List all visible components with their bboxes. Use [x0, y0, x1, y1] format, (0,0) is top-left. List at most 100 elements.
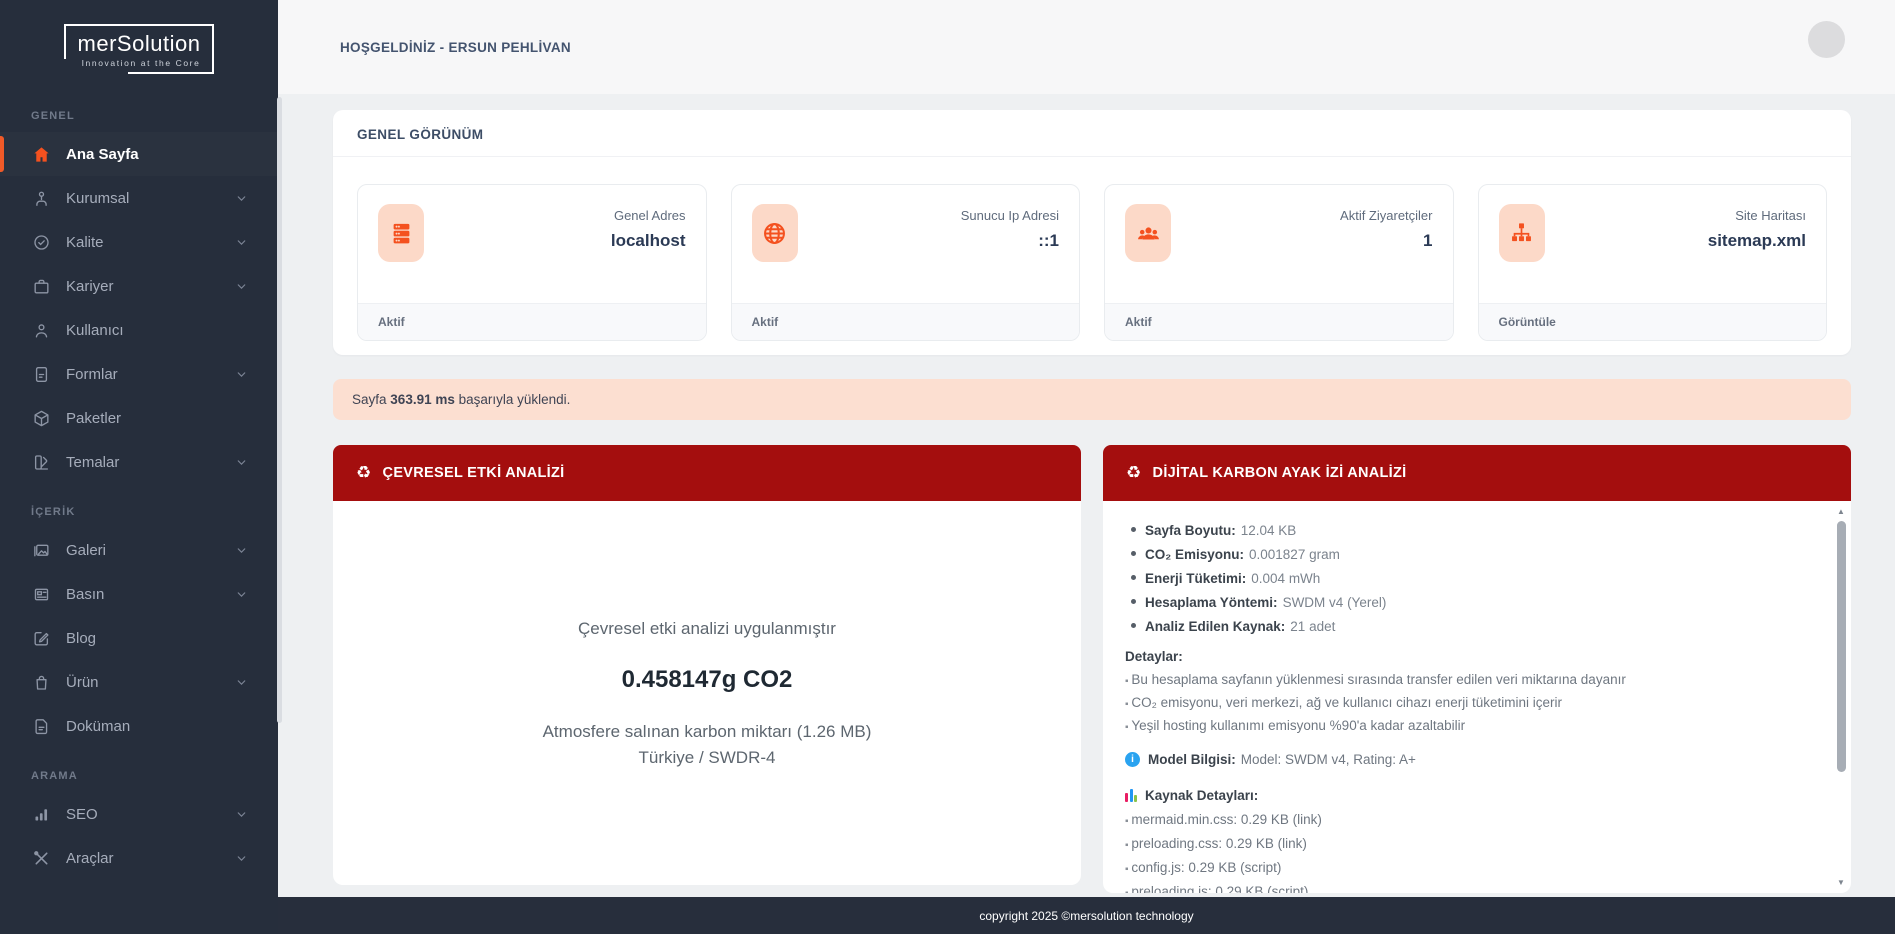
stat-value: ::1 — [961, 231, 1059, 251]
panel-scrollbar[interactable]: ▲ ▼ — [1835, 507, 1847, 887]
sidebar-item-label: Paketler — [66, 410, 121, 427]
organization-icon — [31, 188, 51, 208]
carbon-panel-header: ♻ DİJİTAL KARBON AYAK İZİ ANALİZİ — [1103, 445, 1851, 501]
footer: copyright 2025 ©mersolution technology — [278, 897, 1895, 934]
resource-line: mermaid.min.css: 0.29 KB (link) — [1125, 812, 1811, 827]
briefcase-icon — [31, 276, 51, 296]
panel-title: ÇEVRESEL ETKİ ANALİZİ — [383, 465, 565, 481]
form-document-icon — [31, 364, 51, 384]
stat-label: Site Haritası — [1708, 208, 1806, 223]
copyright-text: copyright 2025 ©mersolution technology — [979, 909, 1193, 923]
sidebar-item-label: Blog — [66, 630, 96, 647]
chevron-down-icon — [235, 280, 248, 293]
main-area: HOŞGELDİNİZ - ERSUN PEHLİVAN GENEL GÖRÜN… — [278, 0, 1895, 934]
sitemap-icon — [1499, 204, 1545, 262]
sidebar-item-label: Basın — [66, 586, 104, 603]
sidebar-item-kullanici[interactable]: Kullanıcı — [0, 308, 278, 352]
panels-row: ♻ ÇEVRESEL ETKİ ANALİZİ Çevresel etki an… — [333, 445, 1851, 893]
page-load-notification: Sayfa 363.91 ms başarıyla yüklendi. — [333, 379, 1851, 420]
newspaper-icon — [31, 584, 51, 604]
stat-card-sunucu-ip: Sunucu Ip Adresi ::1 Aktif — [731, 184, 1081, 341]
stat-footer-link[interactable]: Aktif — [1105, 303, 1453, 340]
details-title: Detaylar: — [1125, 649, 1811, 664]
scroll-down-arrow-icon[interactable]: ▼ — [1835, 878, 1847, 887]
content: GENEL GÖRÜNÜM Genel Adres localhost Akti… — [278, 94, 1895, 934]
chevron-down-icon — [235, 456, 248, 469]
resource-line: config.js: 0.29 KB (script) — [1125, 860, 1811, 875]
resources-title-row: Kaynak Detayları: — [1125, 788, 1811, 803]
sidebar-item-label: Kariyer — [66, 278, 114, 295]
brand-logo: merSolution Innovation at the Core — [0, 0, 278, 88]
chevron-down-icon — [235, 368, 248, 381]
sidebar-item-kurumsal[interactable]: Kurumsal — [0, 176, 278, 220]
sidebar: merSolution Innovation at the Core GENEL… — [0, 0, 278, 934]
env-line1: Çevresel etki analizi uygulanmıştır — [578, 619, 836, 639]
sidebar-item-label: Galeri — [66, 542, 106, 559]
notification-suffix: başarıyla yüklendi. — [459, 392, 571, 407]
sidebar-item-araclar[interactable]: Araçlar — [0, 836, 278, 880]
carbon-stat: Hesaplama Yöntemi:SWDM v4 (Yerel) — [1125, 595, 1811, 610]
sidebar-item-temalar[interactable]: Temalar — [0, 440, 278, 484]
env-line3: Türkiye / SWDR-4 — [639, 748, 776, 768]
sidebar-item-basin[interactable]: Basın — [0, 572, 278, 616]
detail-line: CO₂ emisyonu, veri merkezi, ağ ve kullan… — [1125, 695, 1811, 710]
carbon-panel: ♻ DİJİTAL KARBON AYAK İZİ ANALİZİ Sayfa … — [1103, 445, 1851, 893]
chevron-down-icon — [235, 852, 248, 865]
model-info-value: Model: SWDM v4, Rating: A+ — [1241, 752, 1416, 767]
sidebar-item-blog[interactable]: Blog — [0, 616, 278, 660]
sidebar-item-ana-sayfa[interactable]: Ana Sayfa — [0, 132, 278, 176]
environmental-panel-header: ♻ ÇEVRESEL ETKİ ANALİZİ — [333, 445, 1081, 501]
sidebar-item-label: Temalar — [66, 454, 119, 471]
sidebar-item-kalite[interactable]: Kalite — [0, 220, 278, 264]
badge-check-icon — [31, 232, 51, 252]
avatar-button[interactable] — [1808, 21, 1845, 58]
sidebar-item-label: Araçlar — [66, 850, 114, 867]
carbon-stat: Sayfa Boyutu:12.04 KB — [1125, 523, 1811, 538]
file-icon — [31, 716, 51, 736]
notification-time: 363.91 ms — [390, 392, 455, 407]
info-icon: i — [1125, 752, 1140, 767]
stat-footer-link[interactable]: Görüntüle — [1479, 303, 1827, 340]
stat-value: localhost — [611, 231, 686, 251]
sidebar-item-paketler[interactable]: Paketler — [0, 396, 278, 440]
overview-card: GENEL GÖRÜNÜM Genel Adres localhost Akti… — [333, 110, 1851, 355]
carbon-stat: CO₂ Emisyonu:0.001827 gram — [1125, 547, 1811, 562]
sidebar-item-urun[interactable]: Ürün — [0, 660, 278, 704]
sidebar-item-seo[interactable]: SEO — [0, 792, 278, 836]
stat-footer-link[interactable]: Aktif — [732, 303, 1080, 340]
sidebar-item-label: Ana Sayfa — [66, 146, 139, 163]
sidebar-item-dokuman[interactable]: Doküman — [0, 704, 278, 748]
scroll-up-arrow-icon[interactable]: ▲ — [1835, 507, 1847, 516]
stat-label: Genel Adres — [611, 208, 686, 223]
sidebar-section-icerik: İÇERİK — [0, 484, 278, 528]
stat-footer-link[interactable]: Aktif — [358, 303, 706, 340]
stat-value: sitemap.xml — [1708, 231, 1806, 251]
gallery-icon — [31, 540, 51, 560]
sidebar-item-galeri[interactable]: Galeri — [0, 528, 278, 572]
home-icon — [31, 144, 51, 164]
server-icon — [378, 204, 424, 262]
resource-line: preloading.js: 0.29 KB (script) — [1125, 884, 1811, 893]
theme-swatch-icon — [31, 452, 51, 472]
sidebar-item-kariyer[interactable]: Kariyer — [0, 264, 278, 308]
sidebar-item-label: Kalite — [66, 234, 104, 251]
chevron-down-icon — [235, 544, 248, 557]
detail-line: Yeşil hosting kullanımı emisyonu %90'a k… — [1125, 718, 1811, 733]
sidebar-item-label: Doküman — [66, 718, 130, 735]
globe-icon — [752, 204, 798, 262]
recycle-icon: ♻ — [1126, 463, 1142, 483]
sidebar-item-label: Formlar — [66, 366, 118, 383]
shopping-bag-icon — [31, 672, 51, 692]
sidebar-item-formlar[interactable]: Formlar — [0, 352, 278, 396]
chevron-down-icon — [235, 676, 248, 689]
environmental-panel-body: Çevresel etki analizi uygulanmıştır 0.45… — [333, 501, 1081, 885]
chevron-down-icon — [235, 236, 248, 249]
scrollbar-thumb[interactable] — [1837, 521, 1846, 772]
sidebar-item-label: SEO — [66, 806, 98, 823]
stat-label: Aktif Ziyaretçiler — [1340, 208, 1432, 223]
content-scrollbar[interactable] — [277, 97, 282, 723]
stat-card-genel-adres: Genel Adres localhost Aktif — [357, 184, 707, 341]
sidebar-item-label: Kullanıcı — [66, 322, 124, 339]
edit-pencil-icon — [31, 628, 51, 648]
panel-title: DİJİTAL KARBON AYAK İZİ ANALİZİ — [1153, 465, 1407, 481]
